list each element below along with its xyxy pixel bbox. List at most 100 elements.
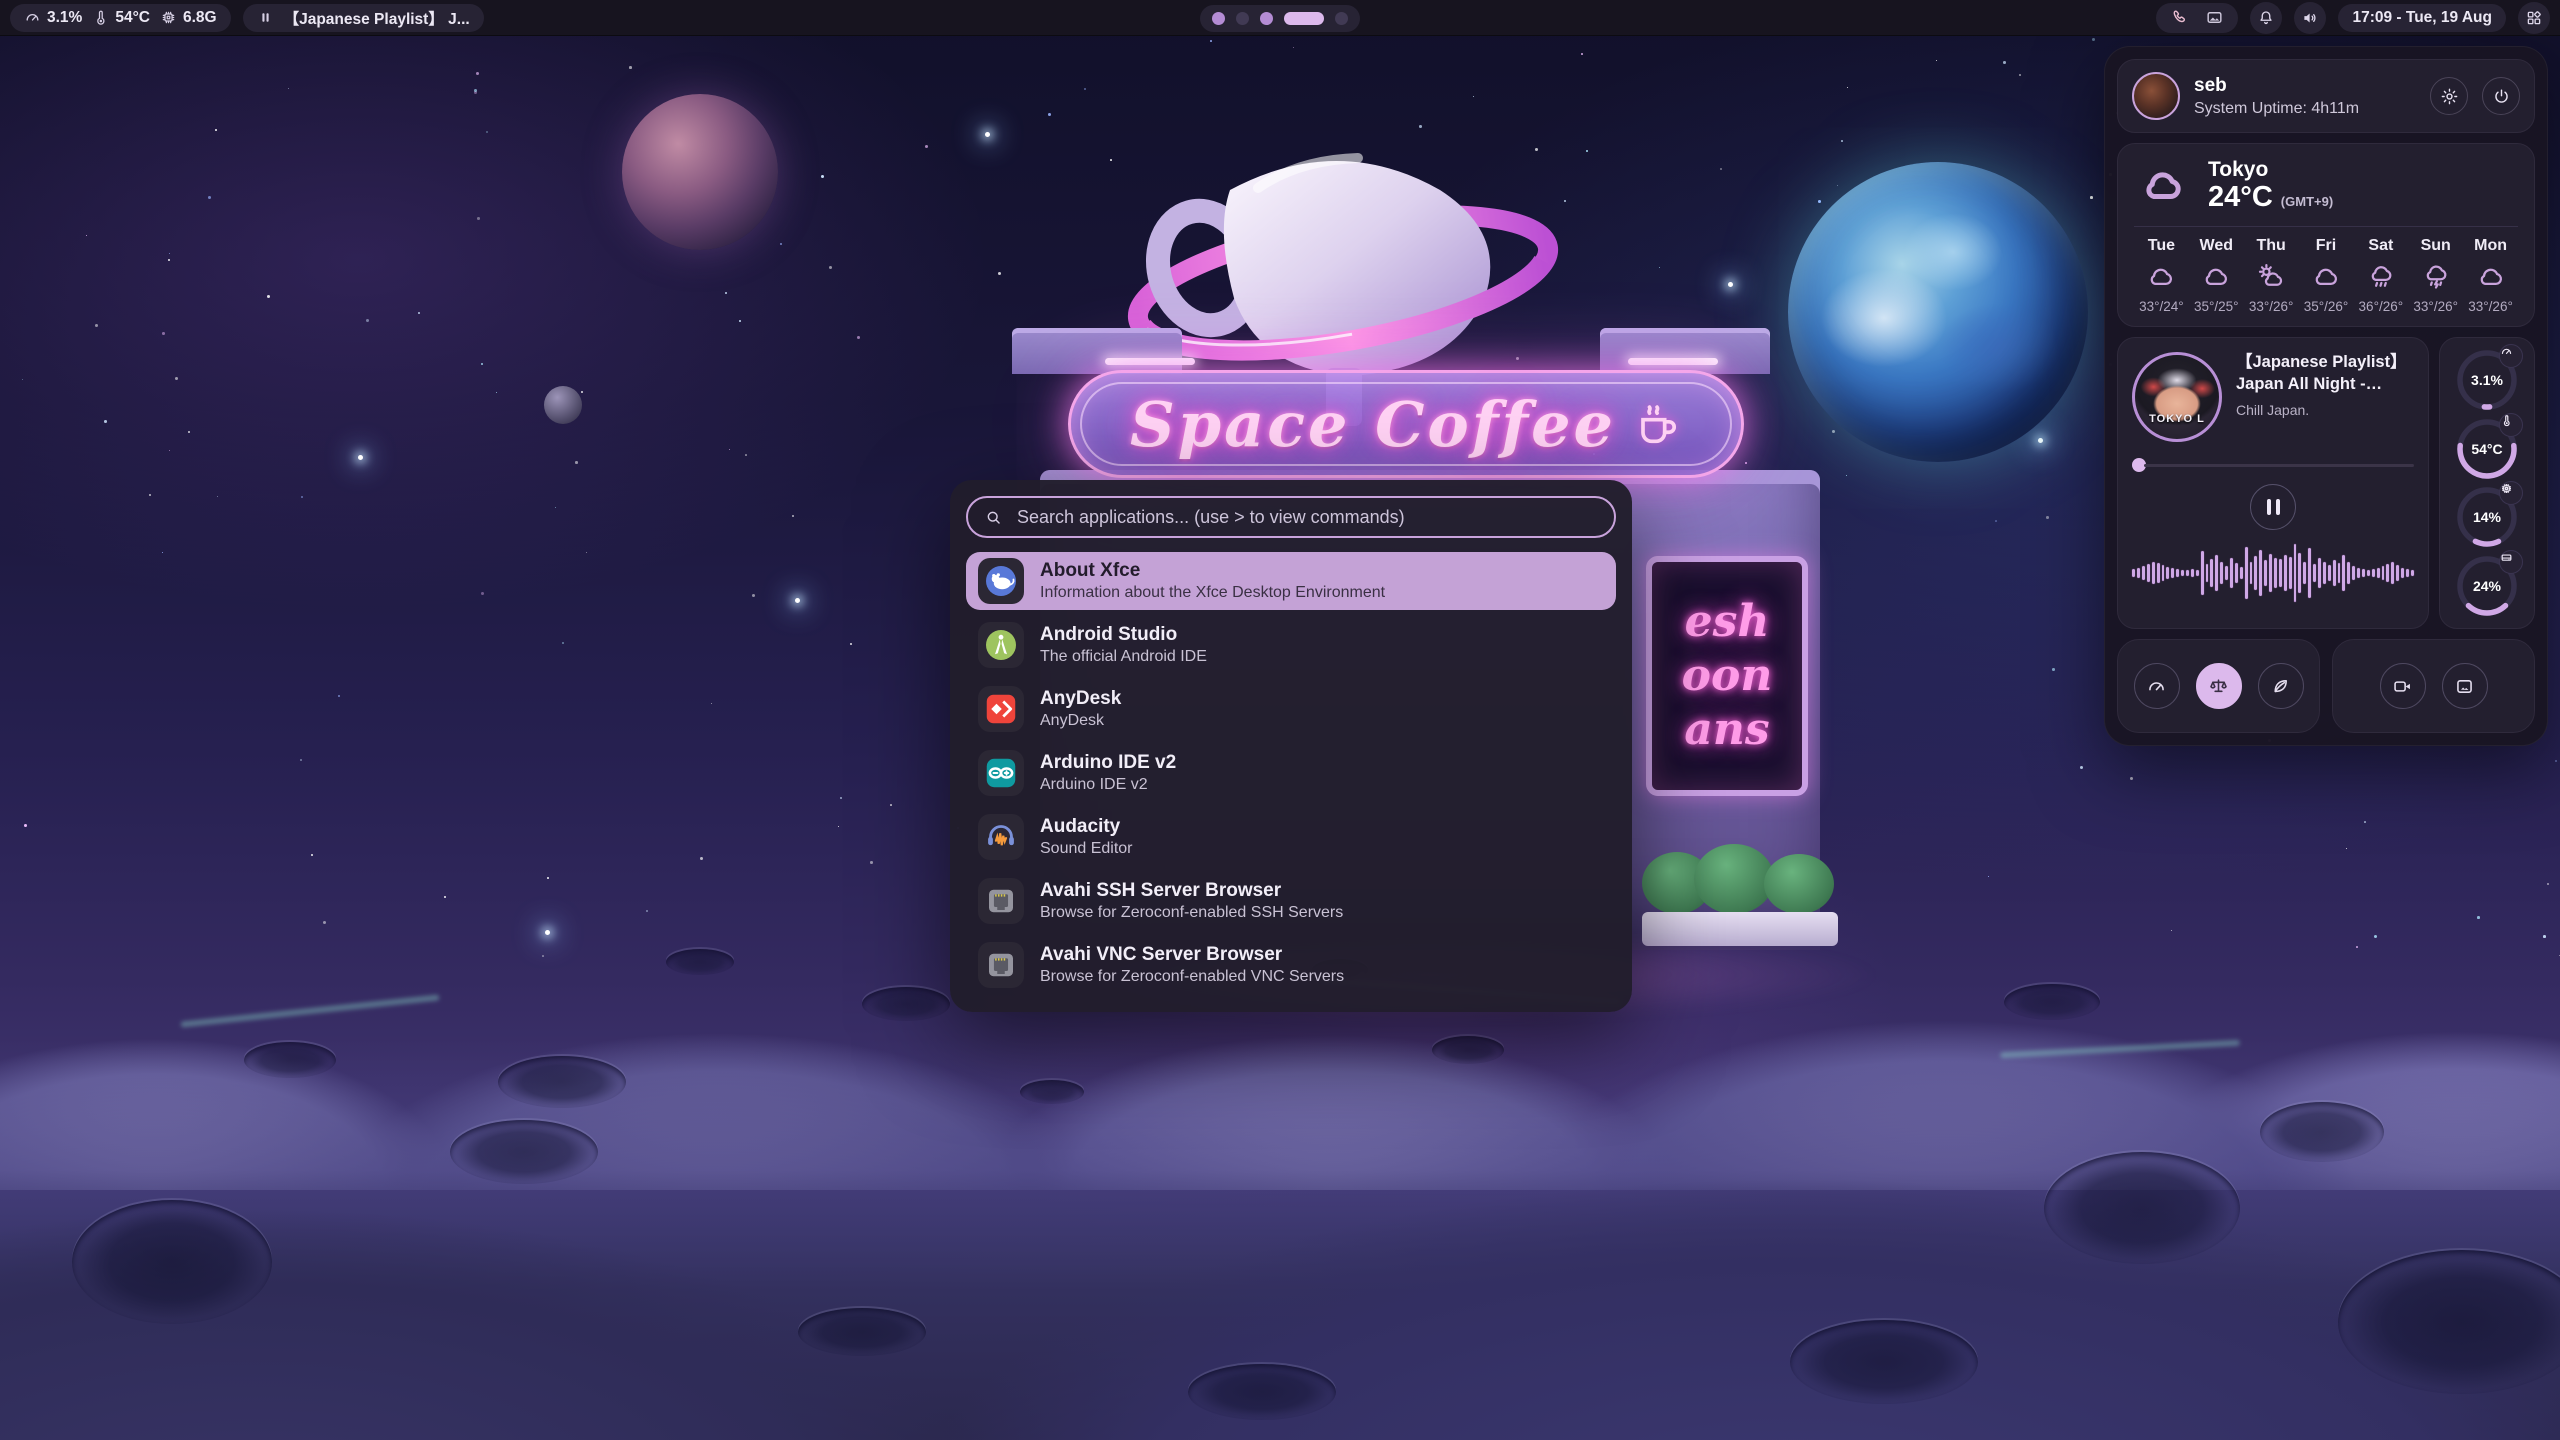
app-item-audacity[interactable]: AudacitySound Editor <box>966 808 1616 866</box>
chip-icon <box>160 9 177 26</box>
forecast-temps: 33°/26° <box>2468 299 2513 314</box>
forecast-day-label: Wed <box>2200 237 2233 255</box>
app-item-arduino-ide-v2[interactable]: Arduino IDE v2 Arduino IDE v2 <box>966 744 1616 802</box>
search-bar[interactable] <box>966 496 1616 538</box>
speaker-icon <box>2301 9 2319 27</box>
system-uptime: System Uptime: 4h11m <box>2194 100 2416 118</box>
profile-powersave-button[interactable] <box>2258 663 2304 709</box>
weather-city: Tokyo <box>2208 158 2333 181</box>
forecast-temps: 33°/26° <box>2413 299 2458 314</box>
weather-card: Tokyo 24°C (GMT+9) Tue33°/24°Wed35°/25°T… <box>2117 143 2535 327</box>
app-description: Browse for Zeroconf-enabled VNC Servers <box>1040 968 1344 986</box>
profile-performance-button[interactable] <box>2134 663 2180 709</box>
arduino-app-icon <box>978 750 1024 796</box>
app-item-avahi-vnc-server-browser[interactable]: Avahi VNC Server Browser Browse for Zeroc… <box>966 936 1616 994</box>
wallpaper-icon[interactable] <box>2205 8 2224 27</box>
forecast-day-thu: Thu33°/26° <box>2244 237 2299 314</box>
app-grid-button[interactable] <box>2518 2 2550 34</box>
workspace-2-empty[interactable] <box>1236 12 1249 25</box>
forecast-temps: 33°/24° <box>2139 299 2184 314</box>
system-stats-pill[interactable]: 3.1% 54°C 6.8G <box>10 4 231 32</box>
gear-icon <box>2440 87 2459 106</box>
system-tray-pill <box>2156 3 2238 33</box>
app-item-about-xfce[interactable]: About XfceInformation about the Xfce Des… <box>966 552 1616 610</box>
user-info: seb System Uptime: 4h11m <box>2194 75 2416 118</box>
forecast-day-label: Fri <box>2316 237 2336 255</box>
cloud-icon <box>2476 262 2506 292</box>
power-icon <box>2492 87 2511 106</box>
workspace-5-empty[interactable] <box>1335 12 1348 25</box>
rain-icon <box>2366 262 2396 292</box>
forecast-day-fri: Fri35°/26° <box>2299 237 2354 314</box>
search-input[interactable] <box>1015 506 1598 529</box>
seek-slider-track[interactable] <box>2144 464 2414 467</box>
notifications-button[interactable] <box>2250 2 2282 34</box>
clock-pill[interactable]: 17:09 - Tue, 19 Aug <box>2338 4 2506 32</box>
screen-record-button[interactable] <box>2380 663 2426 709</box>
chip-icon <box>2500 482 2513 495</box>
app-description: Sound Editor <box>1040 840 1133 858</box>
app-item-avahi-ssh-server-browser[interactable]: Avahi SSH Server BrowserBrowse for Zeroc… <box>966 872 1616 930</box>
gauge-badge <box>2499 344 2523 368</box>
power-button[interactable] <box>2482 77 2520 115</box>
workspace-4-active[interactable] <box>1284 12 1324 25</box>
forecast-temps: 35°/25° <box>2194 299 2239 314</box>
forecast-temps: 33°/26° <box>2249 299 2294 314</box>
application-launcher: About XfceInformation about the Xfce Des… <box>950 480 1632 1012</box>
app-title: AnyDesk <box>1040 688 1121 710</box>
topbar-left-group: 3.1% 54°C 6.8G 【Japanese Playlist】 J... <box>10 4 484 32</box>
leaf-icon <box>2270 676 2291 697</box>
xfce-app-icon <box>978 558 1024 604</box>
audio-waveform <box>2132 540 2414 606</box>
suncloud-icon <box>2256 262 2286 292</box>
app-title: Arduino IDE v2 <box>1040 752 1176 774</box>
app-title: Android Studio <box>1040 624 1207 646</box>
thermometer-icon <box>92 9 109 26</box>
gauge-icon <box>24 9 41 26</box>
cpu-usage-value: 3.1% <box>47 9 82 27</box>
screenshot-button[interactable] <box>2442 663 2488 709</box>
disk-icon <box>2500 551 2513 564</box>
weather-forecast: Tue33°/24°Wed35°/25°Thu33°/26°Fri35°/26°… <box>2134 237 2518 314</box>
screenshot-icon <box>2454 676 2475 697</box>
app-title: Avahi VNC Server Browser <box>1040 944 1344 966</box>
bell-icon <box>2257 9 2275 27</box>
network-app-icon <box>978 942 1024 988</box>
pause-icon <box>257 9 274 26</box>
app-item-android-studio[interactable]: Android StudioThe official Android IDE <box>966 616 1616 674</box>
weather-current: Tokyo 24°C (GMT+9) <box>2134 158 2518 214</box>
bento-grid-icon <box>2525 9 2543 27</box>
app-item-anydesk[interactable]: AnyDesk AnyDesk <box>966 680 1616 738</box>
gauge-14: 14% <box>2454 484 2520 550</box>
workspace-3-occupied[interactable] <box>1260 12 1273 25</box>
user-card: seb System Uptime: 4h11m <box>2117 59 2535 133</box>
album-art: TOKYO L <box>2132 352 2222 442</box>
volume-button[interactable] <box>2294 2 2326 34</box>
app-title: Avahi SSH Server Browser <box>1040 880 1343 902</box>
speaker-icon <box>2301 9 2319 27</box>
gauge-24: 24% <box>2454 553 2520 619</box>
app-description: Arduino IDE v2 <box>1040 776 1176 794</box>
app-description: AnyDesk <box>1040 712 1121 730</box>
phone-icon[interactable] <box>2170 8 2189 27</box>
workspace-1-occupied[interactable] <box>1212 12 1225 25</box>
androidstudio-app-icon <box>978 622 1024 668</box>
cpu-gauge-icon <box>24 9 41 26</box>
anydesk-app-icon <box>978 686 1024 732</box>
now-playing-pill[interactable]: 【Japanese Playlist】 J... <box>243 4 484 32</box>
forecast-day-label: Sat <box>2368 237 2393 255</box>
profile-balanced-button[interactable] <box>2196 663 2242 709</box>
pause-button[interactable] <box>2250 484 2296 530</box>
forecast-day-sun: Sun33°/26° <box>2408 237 2463 314</box>
network-app-icon <box>978 878 1024 924</box>
app-description: Information about the Xfce Desktop Envir… <box>1040 584 1385 602</box>
workspace-switcher <box>1200 5 1360 32</box>
clock-label: 17:09 - Tue, 19 Aug <box>2352 9 2492 27</box>
seek-slider[interactable] <box>2132 458 2414 472</box>
bento-icon <box>2525 9 2543 27</box>
gear-icon <box>2440 87 2459 106</box>
username: seb <box>2194 75 2416 97</box>
pause-icon <box>257 9 274 26</box>
settings-button[interactable] <box>2430 77 2468 115</box>
audacity-app-icon <box>978 814 1024 860</box>
